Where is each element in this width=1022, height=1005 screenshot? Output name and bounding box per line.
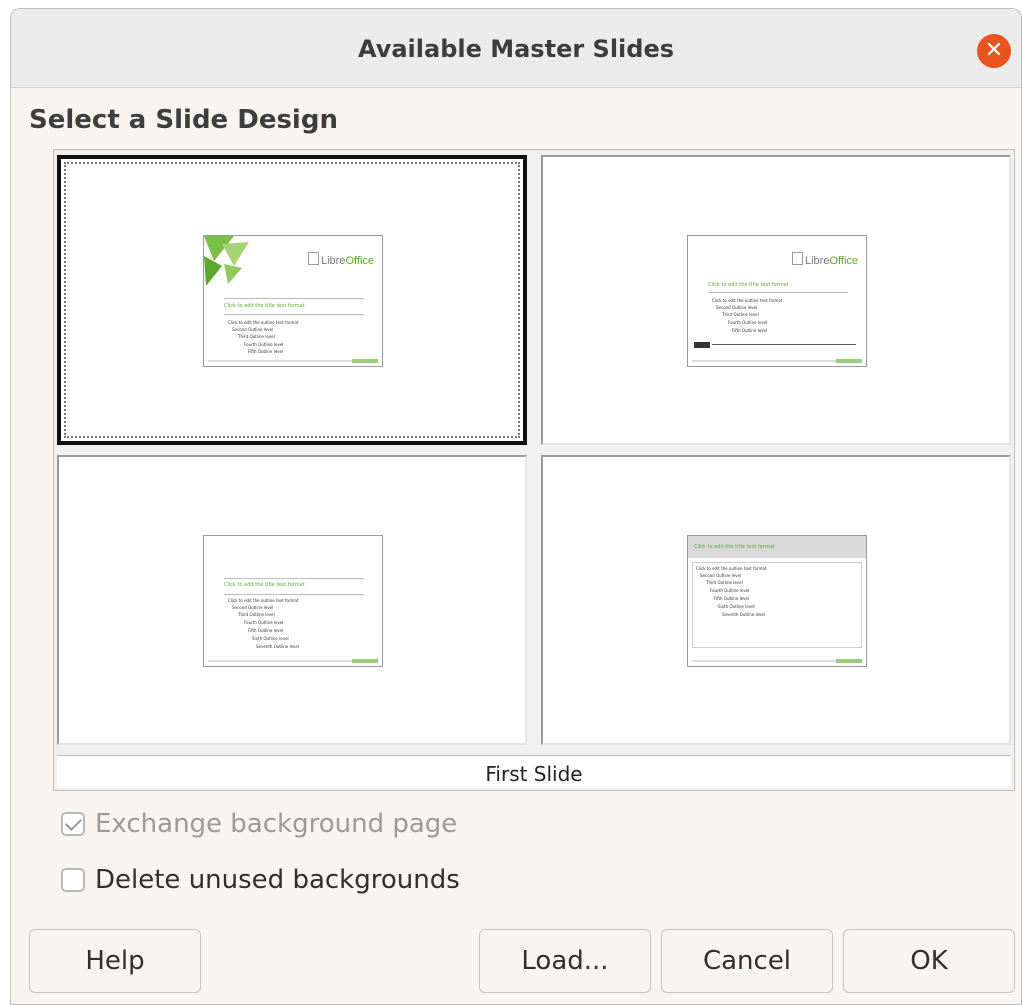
design-item-1[interactable]: LibreOffice Click to edit the title text…: [57, 155, 527, 445]
thumbnail-title: Click to edit the title text format: [224, 303, 305, 309]
slide-design-grid: LibreOffice Click to edit the title text…: [53, 149, 1015, 791]
load-button[interactable]: Load...: [479, 929, 651, 993]
slide-thumbnail: Click to edit the title text format Clic…: [203, 535, 383, 667]
slide-thumbnail: LibreOffice Click to edit the title text…: [203, 235, 383, 367]
slide-thumbnail: Click to edit the title text format Clic…: [687, 535, 867, 667]
selected-design-caption: First Slide: [485, 762, 583, 786]
delete-unused-option: Delete unused backgrounds: [61, 865, 460, 899]
thumbnail-title: Click to edit the title text format: [224, 582, 305, 588]
libreoffice-logo: LibreOffice: [792, 252, 858, 267]
dialog-title: Available Master Slides: [357, 35, 675, 63]
close-button[interactable]: ✕: [977, 34, 1011, 68]
exchange-background-checkbox[interactable]: [61, 812, 85, 836]
thumbnail-title: Click to edit the title text format: [708, 282, 789, 288]
selected-design-caption-bar: First Slide: [57, 755, 1011, 788]
ok-button[interactable]: OK: [843, 929, 1015, 993]
help-button[interactable]: Help: [29, 929, 201, 993]
delete-unused-checkbox[interactable]: [61, 868, 85, 892]
slide-thumbnail: LibreOffice Click to edit the title text…: [687, 235, 867, 367]
close-icon: ✕: [984, 38, 1004, 63]
exchange-background-label: Exchange background page: [95, 809, 458, 839]
title-bar: Available Master Slides ✕: [11, 9, 1021, 88]
libreoffice-logo: LibreOffice: [308, 252, 374, 267]
section-title: Select a Slide Design: [29, 105, 338, 135]
design-item-2[interactable]: LibreOffice Click to edit the title text…: [541, 155, 1011, 445]
available-master-slides-dialog: Available Master Slides ✕ Select a Slide…: [10, 8, 1022, 1005]
cancel-button[interactable]: Cancel: [661, 929, 833, 993]
green-triangles-decoration: [204, 236, 249, 286]
exchange-background-option: Exchange background page: [61, 809, 457, 843]
design-item-4[interactable]: Click to edit the title text format Clic…: [541, 455, 1011, 745]
design-item-3[interactable]: Click to edit the title text format Clic…: [57, 455, 527, 745]
delete-unused-label: Delete unused backgrounds: [95, 865, 460, 895]
thumbnail-title: Click to edit the title text format: [694, 544, 775, 550]
